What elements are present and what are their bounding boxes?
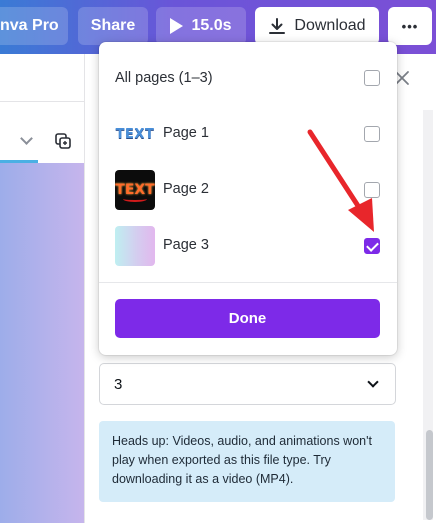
download-label: Download [294, 17, 366, 34]
more-dots-icon: ••• [401, 18, 419, 34]
more-options-button[interactable]: ••• [388, 7, 432, 45]
all-pages-label: All pages (1–3) [115, 70, 213, 86]
page-3-thumbnail [115, 226, 155, 266]
page-2-label: Page 2 [163, 181, 209, 197]
done-button[interactable]: Done [115, 299, 380, 338]
page-1-thumbnail-text: TEXT [115, 126, 155, 142]
page-3-label: Page 3 [163, 237, 209, 253]
quality-select-value: 3 [114, 375, 123, 393]
dropdown-divider [99, 282, 397, 283]
play-duration: 15.0s [191, 17, 232, 34]
canva-pro-label: nva Pro [0, 17, 59, 34]
play-icon [170, 18, 184, 34]
download-button[interactable]: Download [255, 7, 379, 45]
share-button[interactable]: Share [78, 7, 148, 45]
design-canvas[interactable] [0, 163, 84, 523]
page-3-checkbox[interactable] [364, 238, 380, 254]
share-label: Share [90, 17, 136, 34]
left-header-area [0, 54, 84, 102]
all-pages-checkbox[interactable] [364, 70, 380, 86]
duplicate-page-icon[interactable] [55, 133, 72, 150]
done-label: Done [228, 310, 267, 327]
play-button[interactable]: 15.0s [156, 7, 246, 45]
download-icon [269, 18, 286, 34]
notice-text: Heads up: Videos, audio, and animations … [112, 434, 372, 486]
panel-scrollbar-thumb[interactable] [426, 430, 433, 520]
page-1-label: Page 1 [163, 125, 209, 141]
annotation-arrow-icon [307, 129, 374, 232]
chevron-down-icon [367, 376, 379, 388]
page-1-thumbnail: TEXT [115, 114, 155, 154]
quality-select[interactable]: 3 [99, 363, 396, 405]
canva-pro-button[interactable]: nva Pro [0, 7, 68, 45]
file-type-notice: Heads up: Videos, audio, and animations … [99, 421, 395, 502]
page-2-thumbnail: TEXT [115, 170, 155, 210]
all-pages-option[interactable]: All pages (1–3) [99, 50, 397, 106]
swoosh-decoration [123, 196, 147, 202]
